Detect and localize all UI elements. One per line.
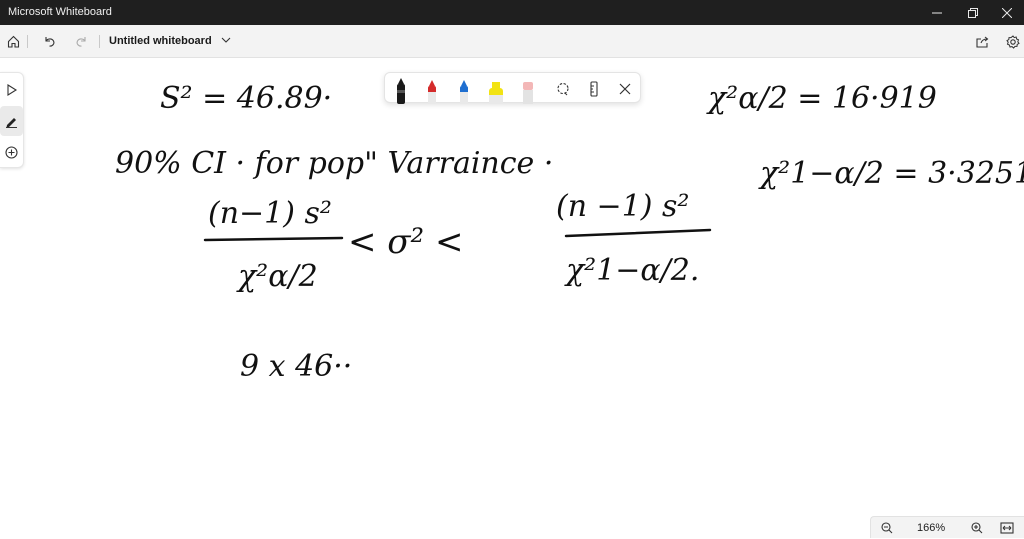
- share-icon: [975, 35, 989, 48]
- ink-lower-denominator: χ²α/2: [236, 259, 318, 294]
- zoom-level[interactable]: 166%: [917, 522, 945, 534]
- ink-inequality-middle: < σ² <: [348, 222, 463, 262]
- home-icon: [7, 35, 20, 48]
- ink-s-squared: S² = 46.89·: [160, 81, 332, 116]
- left-toolbar: [0, 72, 24, 168]
- close-tray-button[interactable]: [611, 73, 639, 104]
- settings-button[interactable]: [1000, 25, 1024, 58]
- toolbar-divider: [99, 35, 100, 48]
- upper-fraction-bar: [564, 228, 712, 238]
- lasso-icon: [556, 82, 570, 96]
- app-toolbar: Untitled whiteboard: [0, 25, 1024, 58]
- add-icon: [5, 145, 18, 159]
- redo-icon: [75, 35, 88, 48]
- board-name[interactable]: Untitled whiteboard: [109, 35, 212, 47]
- chevron-down-icon[interactable]: [220, 33, 232, 47]
- ink-work-line: 9 x 46··: [240, 349, 352, 384]
- select-button[interactable]: [0, 75, 23, 105]
- ink-chi-one-minus: χ²1−α/2 = 3·3251: [758, 156, 1024, 191]
- window-title: Microsoft Whiteboard: [8, 6, 112, 18]
- ink-lower-numerator: (n−1) s²: [208, 196, 332, 231]
- fit-icon: [1000, 522, 1014, 534]
- ruler-icon: [589, 80, 599, 97]
- whiteboard-canvas[interactable]: S² = 46.89· χ²α/2 = 16·919 90% CI · for …: [0, 58, 1024, 514]
- zoom-in-icon: [971, 522, 983, 534]
- close-button[interactable]: [990, 0, 1024, 25]
- undo-icon: [43, 35, 56, 48]
- lasso-button[interactable]: [549, 73, 577, 104]
- select-icon: [6, 84, 18, 96]
- share-button[interactable]: [969, 25, 995, 58]
- fit-button[interactable]: [995, 517, 1019, 539]
- lower-fraction-bar: [203, 236, 344, 242]
- close-icon: [1002, 7, 1012, 18]
- home-button[interactable]: [0, 25, 26, 58]
- add-button[interactable]: [0, 137, 23, 167]
- zoom-out-icon: [881, 522, 893, 534]
- ruler-button[interactable]: [580, 73, 608, 104]
- black-pen[interactable]: [387, 73, 415, 104]
- close-icon: [619, 83, 631, 95]
- red-pen[interactable]: [418, 73, 446, 104]
- ink-layer: S² = 46.89· χ²α/2 = 16·919 90% CI · for …: [115, 81, 1024, 384]
- pen-tray: [384, 72, 641, 104]
- pen-icon: [5, 115, 18, 128]
- toolbar-divider: [27, 35, 28, 48]
- ink-chi-alpha-half: χ²α/2 = 16·919: [706, 81, 937, 116]
- ink-upper-numerator: (n −1) s²: [556, 189, 689, 224]
- zoom-bar: 166%: [870, 516, 1024, 538]
- yellow-highlighter[interactable]: [482, 73, 510, 104]
- ink-ci-heading: 90% CI · for pop" Varraince ·: [115, 146, 553, 181]
- minimize-icon: [932, 8, 942, 18]
- restore-icon: [968, 7, 978, 18]
- ink-upper-denominator: χ²1−α/2.: [564, 253, 699, 288]
- undo-button[interactable]: [36, 25, 62, 58]
- minimize-button[interactable]: [920, 0, 954, 25]
- settings-icon: [1006, 34, 1020, 49]
- zoom-out-button[interactable]: [875, 517, 899, 539]
- eraser[interactable]: [514, 73, 542, 104]
- zoom-in-button[interactable]: [965, 517, 989, 539]
- redo-button[interactable]: [68, 25, 94, 58]
- blue-pen[interactable]: [450, 73, 478, 104]
- pen-button[interactable]: [0, 106, 23, 136]
- restore-button[interactable]: [956, 0, 990, 25]
- title-bar: Microsoft Whiteboard: [0, 0, 1024, 25]
